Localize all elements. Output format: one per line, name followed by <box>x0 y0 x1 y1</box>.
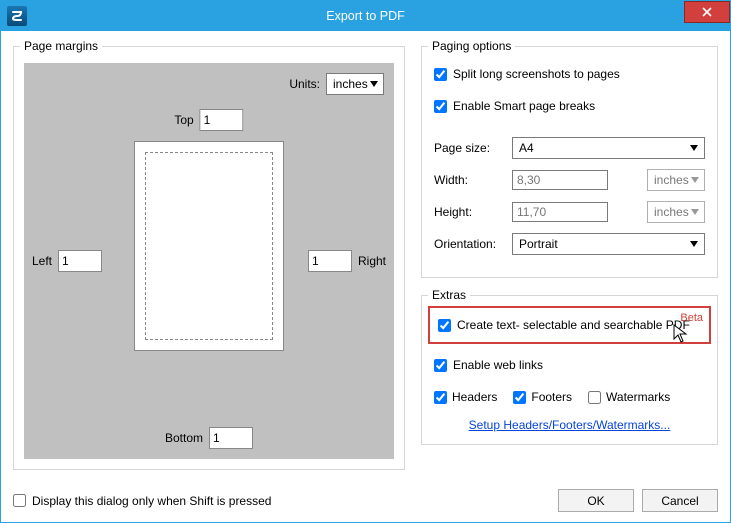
extras-legend: Extras <box>428 288 470 302</box>
margins-preview: Units: inches Top L <box>24 63 394 459</box>
pagesize-label: Page size: <box>434 141 504 155</box>
watermarks-checkbox[interactable]: Watermarks <box>588 390 670 404</box>
weblinks-label: Enable web links <box>453 358 543 372</box>
width-label: Width: <box>434 173 504 187</box>
shift-only-checkbox[interactable]: Display this dialog only when Shift is p… <box>13 494 550 508</box>
searchable-pdf-label: Create text- selectable and searchable P… <box>457 318 690 332</box>
page-margins-group: Page margins Units: inches <box>13 39 405 470</box>
searchable-pdf-input[interactable] <box>438 319 451 332</box>
weblinks-checkbox[interactable]: Enable web links <box>434 358 543 372</box>
height-input <box>512 202 608 222</box>
margin-right-label: Right <box>358 254 386 268</box>
width-unit-value: inches <box>654 173 689 187</box>
app-icon <box>7 6 27 26</box>
cancel-button[interactable]: Cancel <box>642 489 718 512</box>
searchable-pdf-checkbox[interactable]: Create text- selectable and searchable P… <box>438 318 701 332</box>
margin-left-input[interactable] <box>58 250 102 272</box>
margin-right-input[interactable] <box>308 250 352 272</box>
smart-breaks-checkbox[interactable]: Enable Smart page breaks <box>434 99 595 113</box>
margin-bottom-input[interactable] <box>209 427 253 449</box>
split-screenshots-label: Split long screenshots to pages <box>453 67 620 81</box>
headers-input[interactable] <box>434 391 447 404</box>
chevron-down-icon <box>689 203 702 221</box>
shift-only-input[interactable] <box>13 494 26 507</box>
watermarks-label: Watermarks <box>606 390 670 404</box>
width-unit-select: inches <box>647 169 705 191</box>
footers-label: Footers <box>531 390 572 404</box>
chevron-down-icon <box>368 75 381 93</box>
margin-top-label: Top <box>174 113 193 127</box>
pagesize-select-value: A4 <box>519 141 534 155</box>
paging-options-group: Paging options Split long screenshots to… <box>421 39 718 278</box>
beta-tag: Beta <box>680 312 703 324</box>
weblinks-input[interactable] <box>434 359 447 372</box>
margin-top-input[interactable] <box>200 109 244 131</box>
orientation-select-value: Portrait <box>519 237 558 251</box>
paging-options-legend: Paging options <box>428 39 515 53</box>
margin-bottom-label: Bottom <box>165 431 203 445</box>
client-area: Page margins Units: inches <box>1 31 730 522</box>
setup-headers-footers-link[interactable]: Setup Headers/Footers/Watermarks... <box>434 418 705 432</box>
height-unit-value: inches <box>654 205 689 219</box>
export-to-pdf-window: Export to PDF Page margins Units: inches <box>0 0 731 523</box>
chevron-down-icon <box>689 171 702 189</box>
smart-breaks-label: Enable Smart page breaks <box>453 99 595 113</box>
height-unit-select: inches <box>647 201 705 223</box>
split-screenshots-input[interactable] <box>434 68 447 81</box>
chevron-down-icon <box>686 139 702 157</box>
footers-input[interactable] <box>513 391 526 404</box>
pagesize-select[interactable]: A4 <box>512 137 705 159</box>
close-icon <box>702 7 712 17</box>
page-margins-legend: Page margins <box>20 39 102 53</box>
headers-label: Headers <box>452 390 497 404</box>
units-select[interactable]: inches <box>326 73 384 95</box>
height-label: Height: <box>434 205 504 219</box>
units-label: Units: <box>289 77 320 91</box>
split-screenshots-checkbox[interactable]: Split long screenshots to pages <box>434 67 620 81</box>
watermarks-input[interactable] <box>588 391 601 404</box>
searchable-pdf-callout: Beta Create text- selectable and searcha… <box>428 306 711 344</box>
width-input <box>512 170 608 190</box>
footers-checkbox[interactable]: Footers <box>513 390 572 404</box>
smart-breaks-input[interactable] <box>434 100 447 113</box>
margin-left-label: Left <box>32 254 52 268</box>
shift-only-label: Display this dialog only when Shift is p… <box>32 494 271 508</box>
ok-button[interactable]: OK <box>558 489 634 512</box>
units-select-value: inches <box>333 77 368 91</box>
page-preview-rect <box>134 141 284 351</box>
extras-group: Extras Beta Create text- selectable and … <box>421 288 718 445</box>
chevron-down-icon <box>686 235 702 253</box>
headers-checkbox[interactable]: Headers <box>434 390 497 404</box>
close-button[interactable] <box>684 1 730 23</box>
page-preview-inner <box>145 152 273 340</box>
orientation-label: Orientation: <box>434 237 504 251</box>
orientation-select[interactable]: Portrait <box>512 233 705 255</box>
titlebar: Export to PDF <box>1 1 730 31</box>
window-title: Export to PDF <box>1 9 730 23</box>
